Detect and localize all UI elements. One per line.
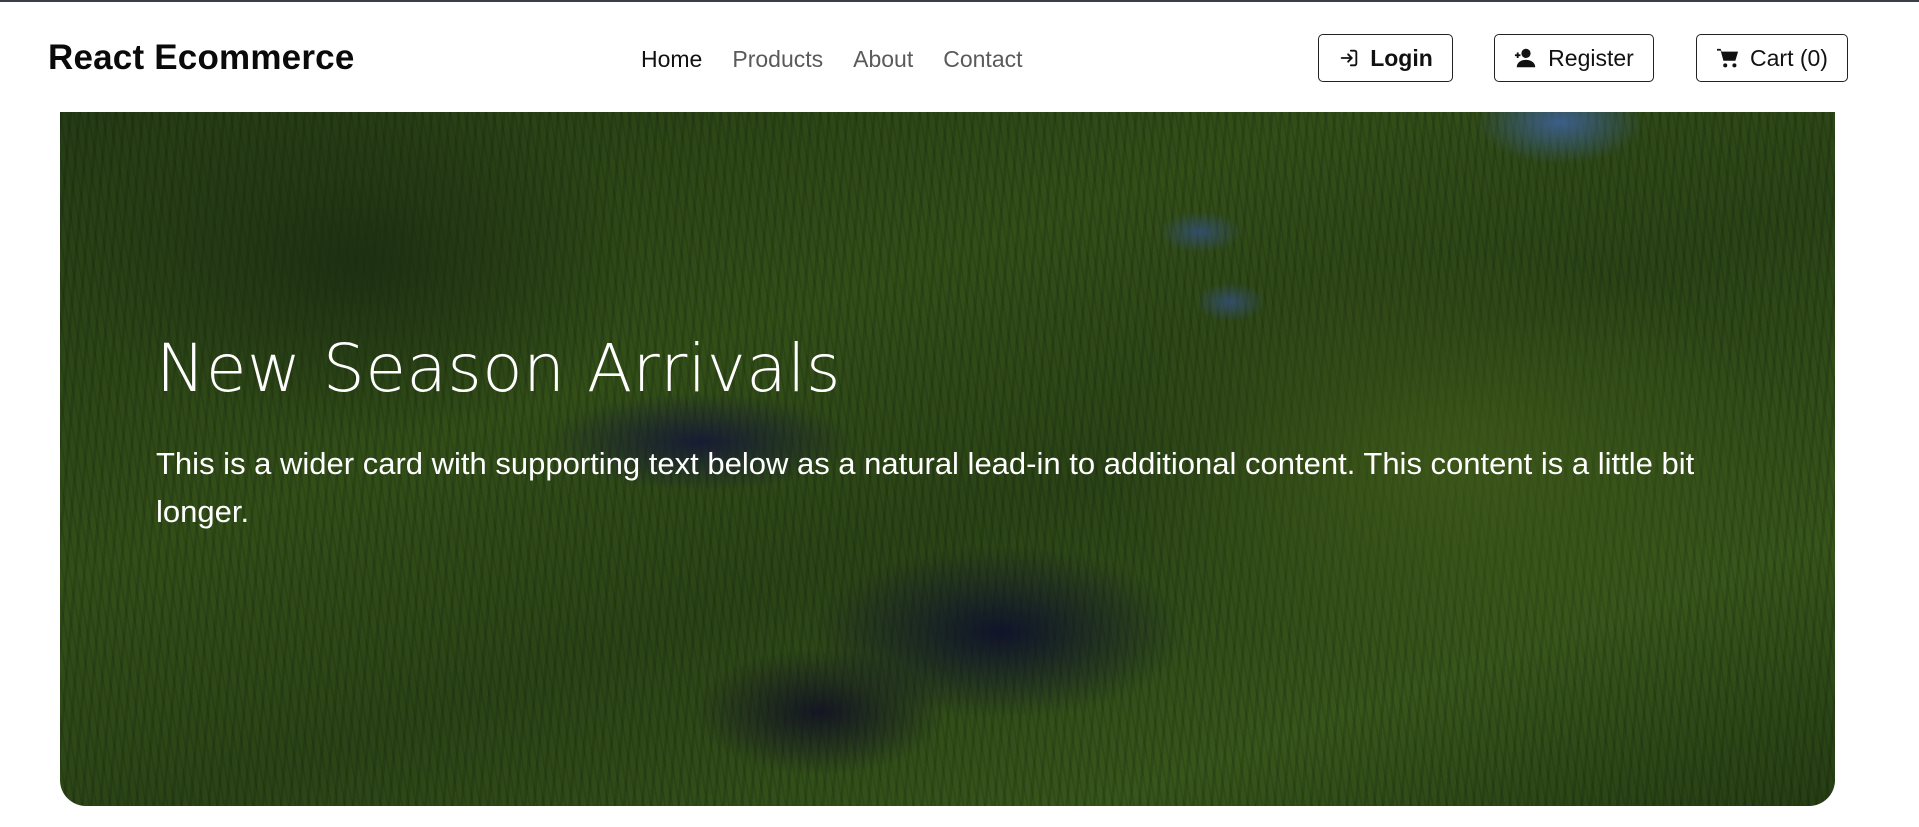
login-label: Login	[1370, 44, 1433, 71]
login-button[interactable]: Login	[1318, 34, 1453, 82]
cart-label: Cart (0)	[1750, 44, 1828, 71]
brand-logo[interactable]: React Ecommerce	[48, 38, 355, 78]
register-button[interactable]: Register	[1494, 34, 1654, 82]
cart-button[interactable]: Cart (0)	[1696, 34, 1848, 82]
nav-links: Home Products About Contact	[641, 46, 1023, 73]
register-label: Register	[1548, 44, 1634, 71]
nav-link-home[interactable]: Home	[641, 46, 702, 73]
hero-title: New Season Arrivals	[156, 330, 841, 407]
hero-banner: New Season Arrivals This is a wider card…	[60, 112, 1835, 806]
hero-description: This is a wider card with supporting tex…	[156, 446, 1695, 529]
nav-link-products[interactable]: Products	[732, 46, 823, 73]
navbar: React Ecommerce Home Products About Cont…	[0, 2, 1919, 110]
shopping-cart-icon	[1716, 47, 1740, 69]
user-plus-icon	[1514, 47, 1538, 69]
nav-link-about[interactable]: About	[853, 46, 913, 73]
sign-in-icon	[1338, 47, 1360, 69]
nav-link-contact[interactable]: Contact	[943, 46, 1022, 73]
